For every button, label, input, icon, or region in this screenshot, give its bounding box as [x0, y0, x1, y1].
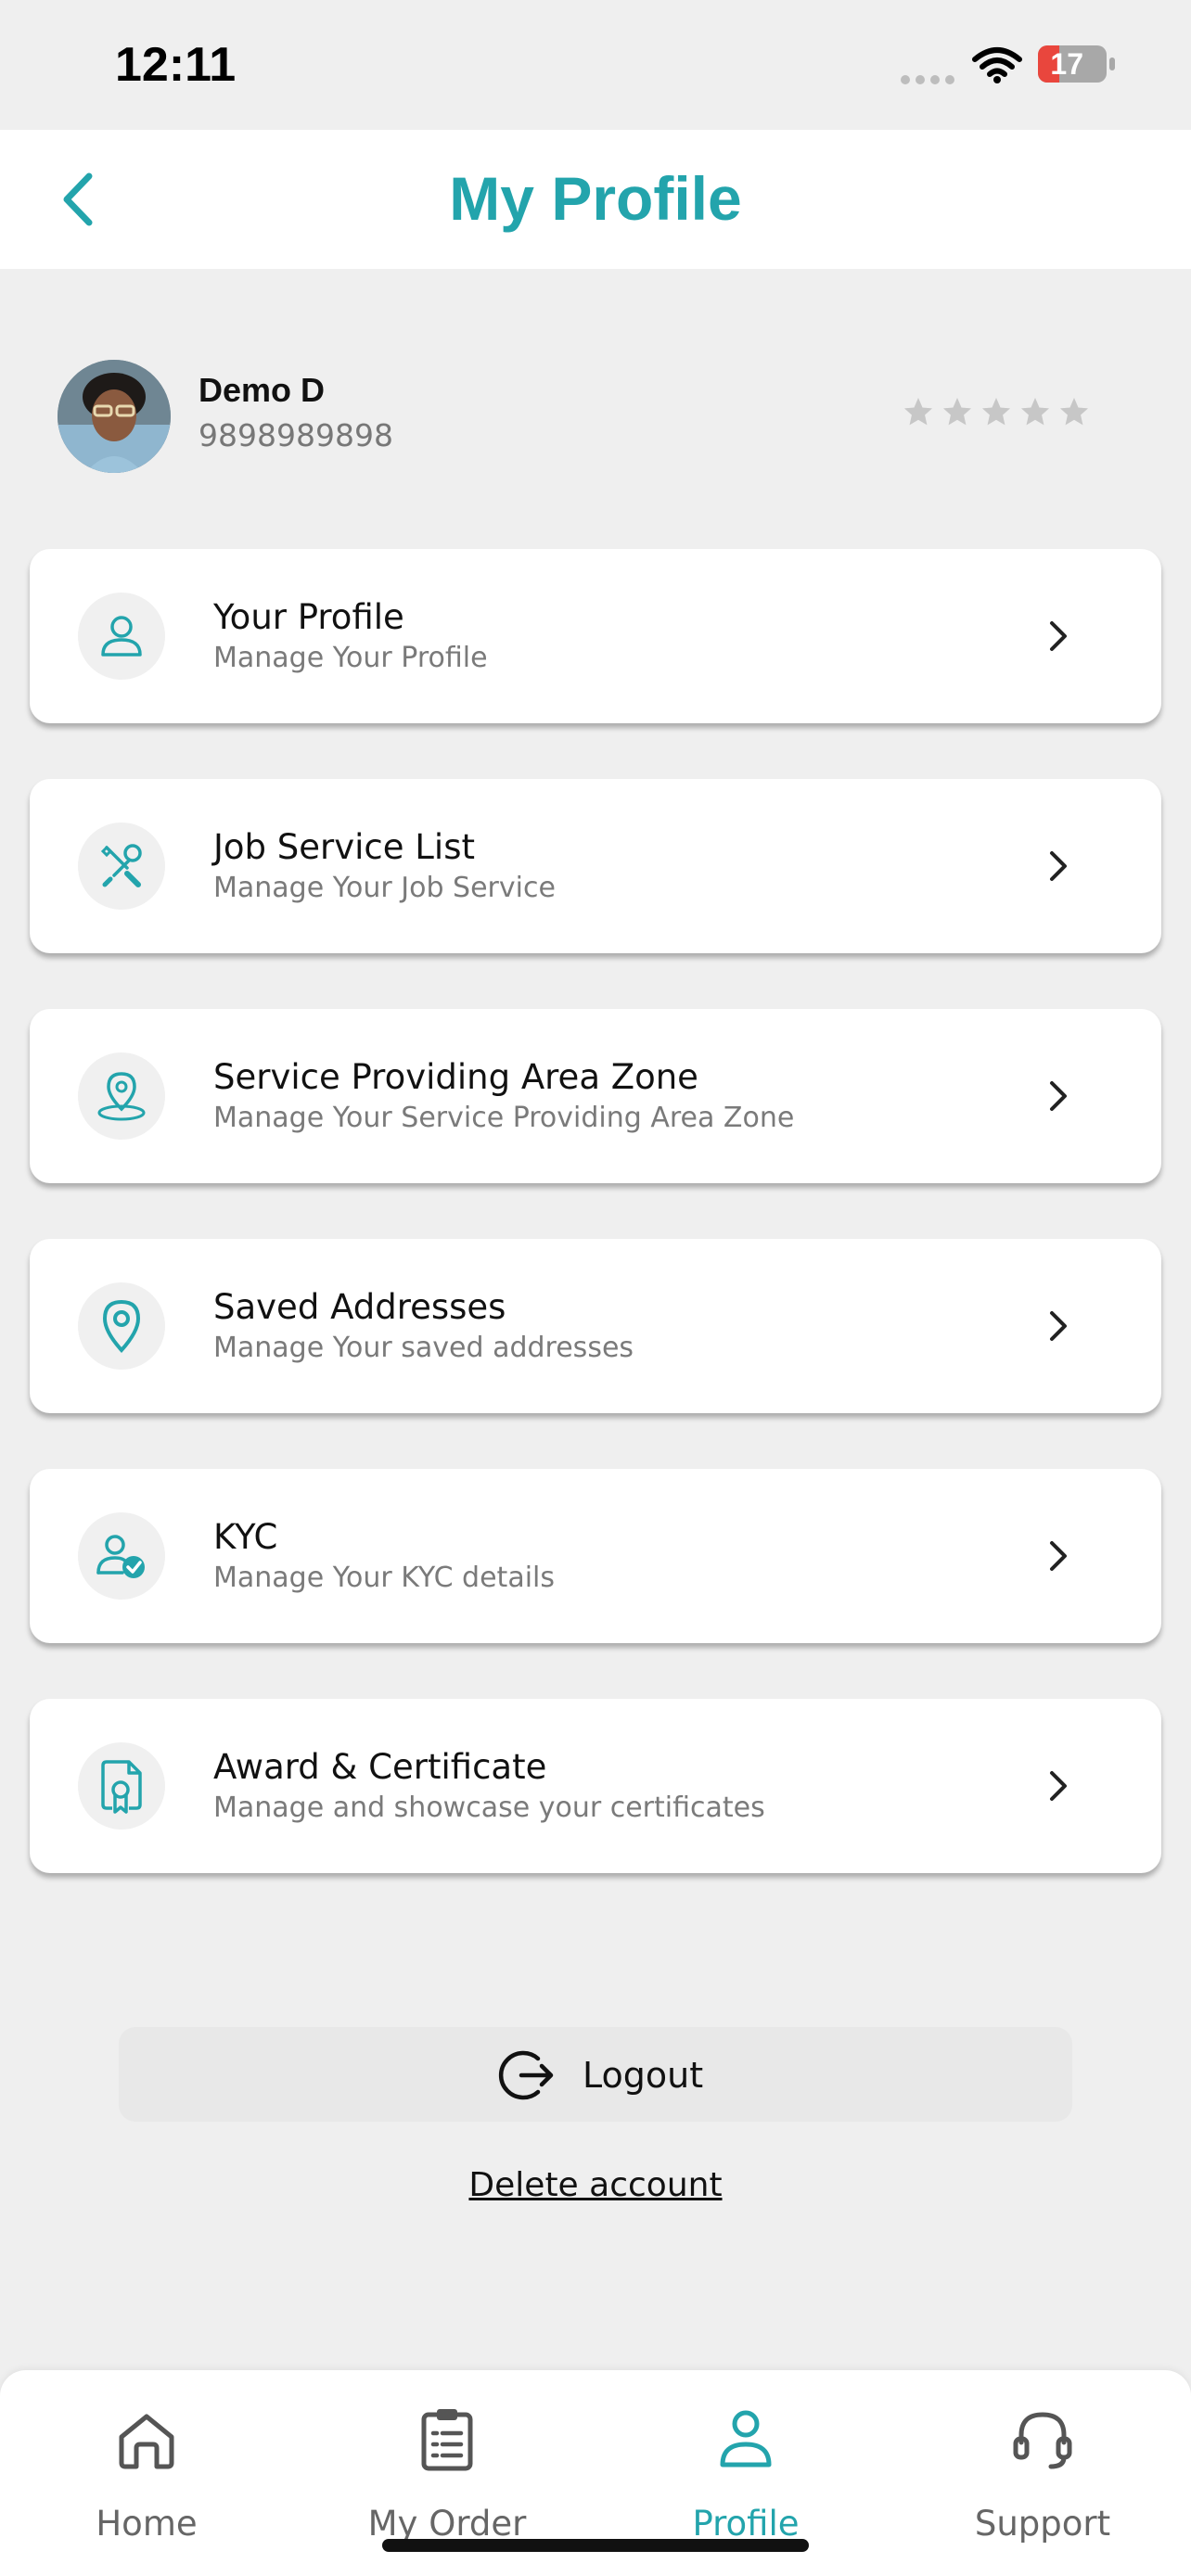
star-icon — [1060, 398, 1088, 426]
logout-label: Logout — [583, 2055, 704, 2096]
wifi-icon — [972, 47, 1022, 83]
menu-subtitle: Manage Your Service Providing Area Zone — [213, 1102, 795, 1134]
menu-subtitle: Manage Your saved addresses — [213, 1332, 634, 1364]
headset-icon — [1013, 2412, 1072, 2469]
certificate-icon — [101, 1760, 142, 1814]
star-icon — [943, 398, 971, 426]
chevron-right-icon — [1050, 1541, 1067, 1571]
home-indicator — [382, 2539, 809, 2552]
logout-button[interactable]: Logout — [119, 2027, 1072, 2122]
nav-label: Support — [974, 2504, 1111, 2544]
star-icon — [904, 398, 932, 426]
nav-item-home[interactable]: Home — [54, 2405, 239, 2572]
delete-account-link[interactable]: Delete account — [0, 2166, 1191, 2204]
user-icon — [720, 2410, 772, 2468]
nav-label: Home — [96, 2504, 198, 2544]
star-icon — [1021, 398, 1049, 426]
menu-subtitle: Manage Your Job Service — [213, 872, 556, 904]
menu-subtitle: Manage and showcase your certificates — [213, 1792, 765, 1824]
user-phone: 9898989898 — [198, 417, 393, 453]
menu-title: Award & Certificate — [213, 1747, 547, 1787]
menu-title: Saved Addresses — [213, 1287, 506, 1327]
location-pin-icon — [102, 1299, 141, 1353]
profile-summary: Demo D 9898989898 — [58, 360, 1133, 473]
user-icon — [101, 616, 142, 657]
chevron-right-icon — [1050, 621, 1067, 651]
status-time: 12:11 — [115, 38, 237, 92]
menu-title: Your Profile — [213, 597, 404, 637]
logout-icon — [498, 2050, 554, 2100]
header: My Profile — [0, 130, 1191, 269]
avatar — [58, 360, 171, 473]
chevron-right-icon — [1050, 1771, 1067, 1801]
menu-subtitle: Manage Your Profile — [213, 642, 488, 674]
chevron-right-icon — [1050, 1081, 1067, 1111]
menu-item-award-certificate[interactable]: Award & Certificate Manage and showcase … — [30, 1699, 1161, 1873]
menu-title: Service Providing Area Zone — [213, 1057, 698, 1097]
star-icon — [982, 398, 1010, 426]
menu-subtitle: Manage Your KYC details — [213, 1562, 555, 1594]
nav-label: My Order — [367, 2504, 527, 2544]
menu-item-saved-addresses[interactable]: Saved Addresses Manage Your saved addres… — [30, 1239, 1161, 1413]
home-icon — [119, 2414, 174, 2469]
chevron-right-icon — [1050, 1311, 1067, 1341]
menu-item-service-area-zone[interactable]: Service Providing Area Zone Manage Your … — [30, 1009, 1161, 1183]
chevron-right-icon — [1050, 851, 1067, 881]
tools-icon — [100, 844, 142, 887]
menu-title: Job Service List — [213, 827, 475, 867]
nav-item-support[interactable]: Support — [950, 2405, 1135, 2572]
area-pin-icon — [97, 1072, 146, 1121]
status-bar: 12:11 17 — [0, 0, 1191, 130]
battery-level: 17 — [1050, 47, 1083, 81]
menu-item-job-service-list[interactable]: Job Service List Manage Your Job Service — [30, 779, 1161, 953]
user-check-icon — [96, 1535, 145, 1578]
rating-stars — [902, 395, 1091, 428]
page-title: My Profile — [449, 164, 742, 233]
menu-title: KYC — [213, 1517, 278, 1557]
cellular-signal-icon — [901, 75, 954, 84]
clipboard-list-icon — [421, 2409, 473, 2471]
avatar-image — [58, 360, 171, 473]
user-name: Demo D — [198, 371, 326, 409]
nav-label: Profile — [692, 2504, 800, 2544]
menu-item-your-profile[interactable]: Your Profile Manage Your Profile — [30, 549, 1161, 723]
menu-item-kyc[interactable]: KYC Manage Your KYC details — [30, 1469, 1161, 1643]
